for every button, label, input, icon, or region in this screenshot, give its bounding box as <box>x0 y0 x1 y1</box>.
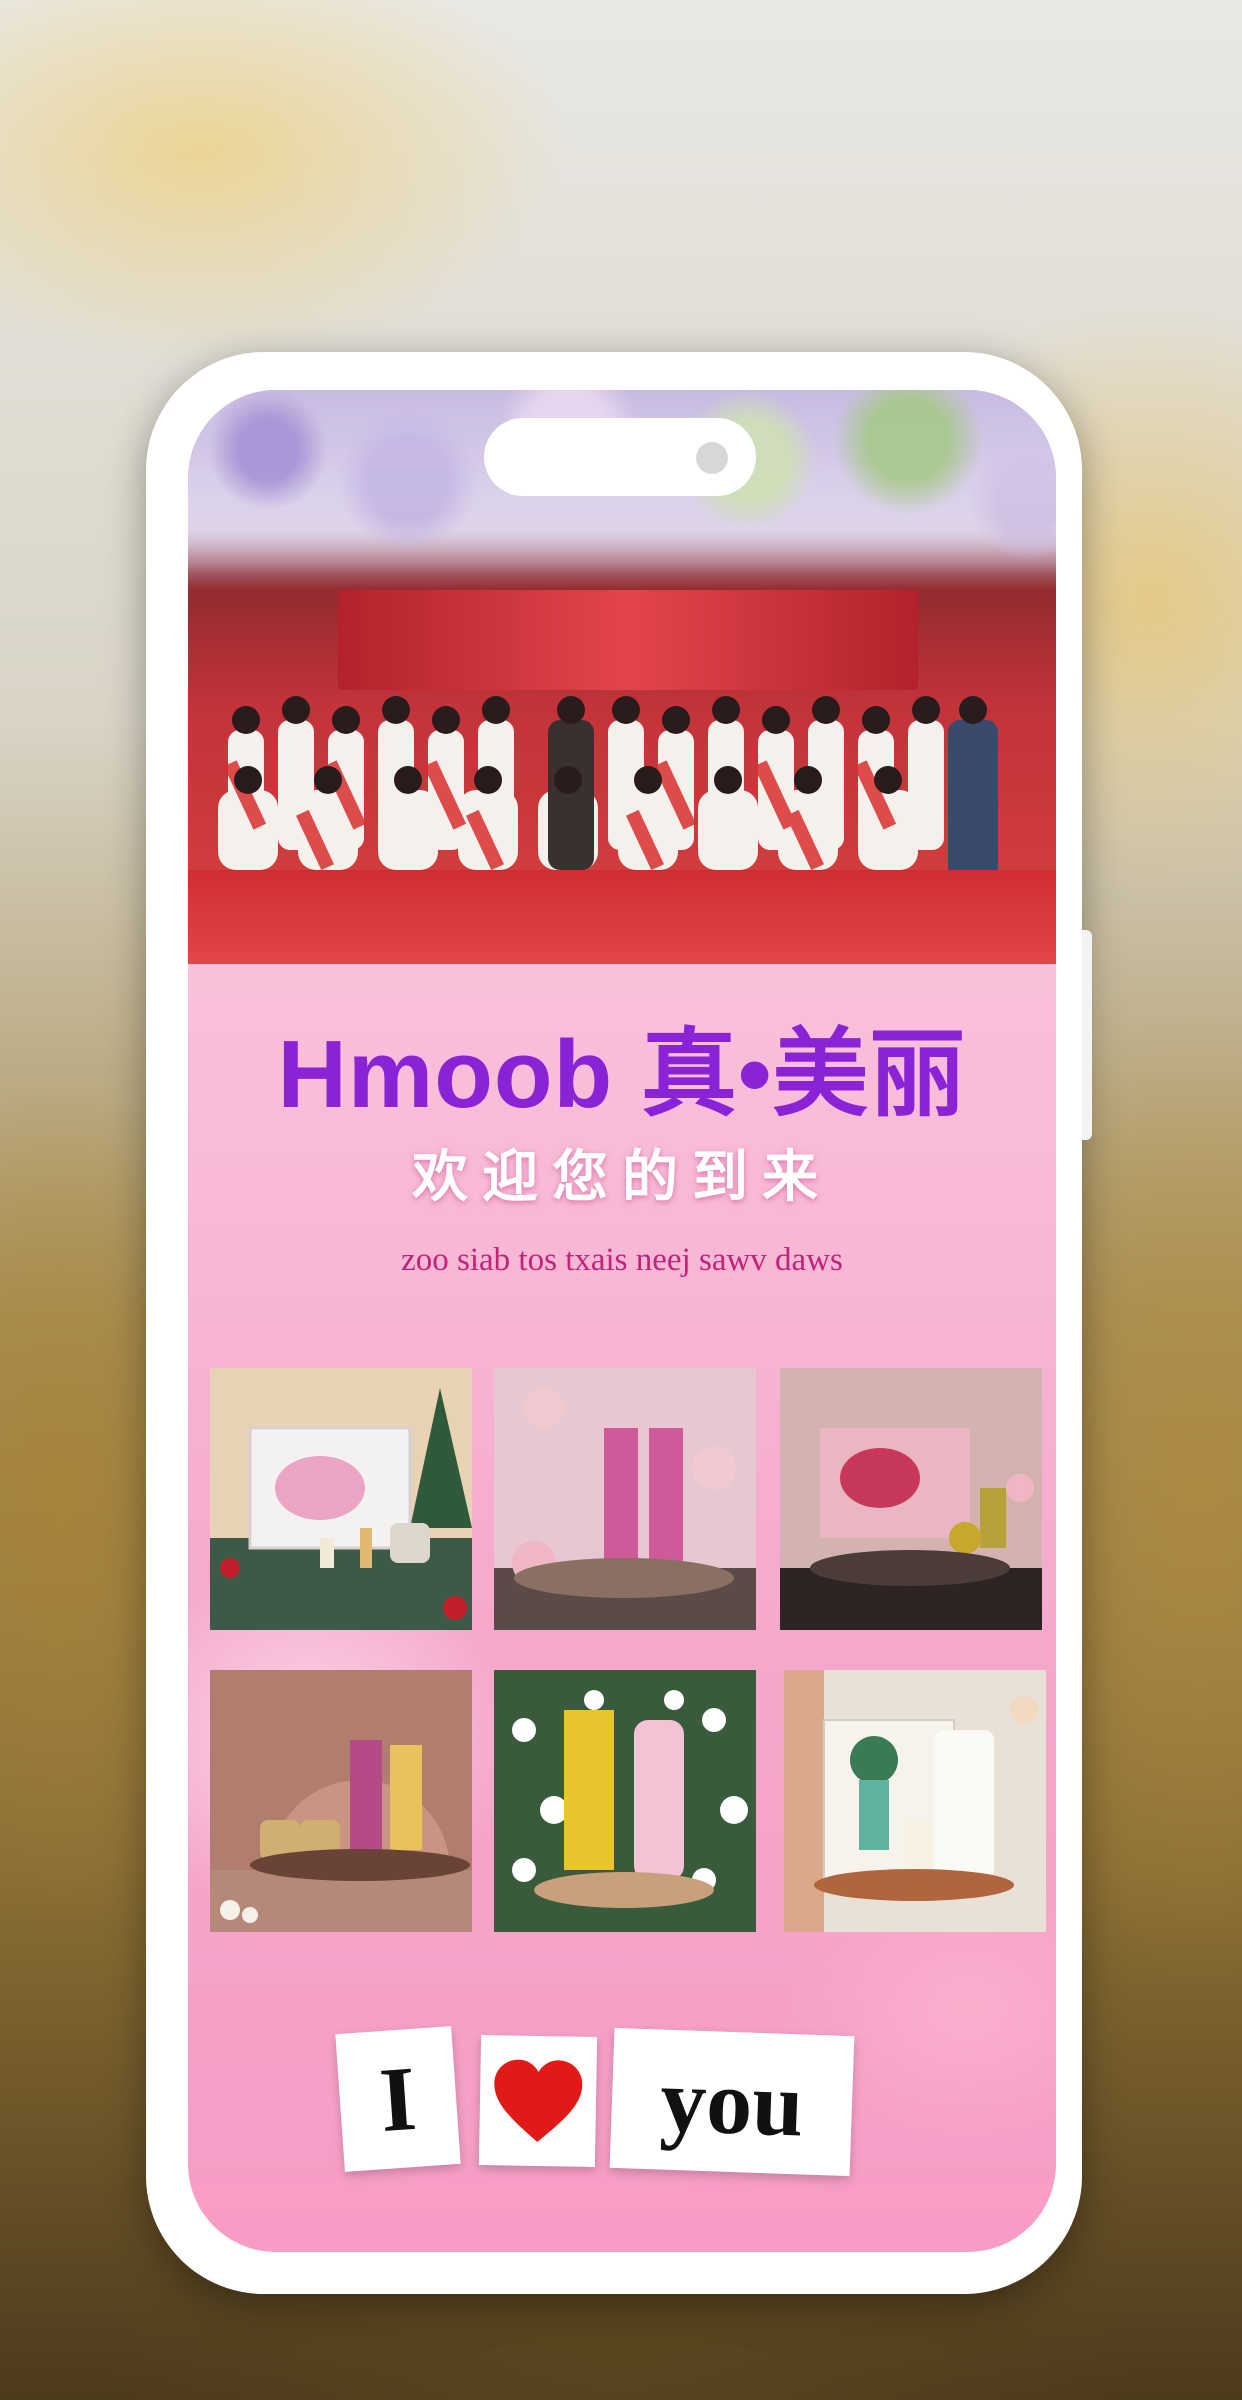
welcome-text: 欢迎您的到来 <box>412 1145 832 1210</box>
phone-side-button <box>1082 930 1092 1140</box>
product-grid <box>210 1368 1046 1938</box>
red-carpet <box>188 870 1056 964</box>
product-photo-5[interactable] <box>494 1670 756 1932</box>
heart-icon <box>494 2059 583 2142</box>
card-i: I <box>335 2026 461 2172</box>
i-love-you-cards: I you <box>188 2022 1056 2182</box>
card-heart <box>478 2034 598 2168</box>
product-photo-1[interactable] <box>210 1368 472 1630</box>
product-photo-2[interactable] <box>494 1368 756 1630</box>
headline: Hmoob 真•美丽 <box>277 1021 967 1128</box>
product-photo-3[interactable] <box>780 1368 1042 1630</box>
product-photo-6[interactable] <box>784 1670 1046 1932</box>
product-photo-4[interactable] <box>210 1670 472 1932</box>
dynamic-island <box>484 418 756 496</box>
card-you: you <box>609 2027 855 2177</box>
tagline: zoo siab tos txais neej sawv daws <box>401 1242 843 1278</box>
camera-icon <box>696 442 728 474</box>
phone-screen: Hmoob 真•美丽 欢迎您的到来 zoo siab tos txais nee… <box>188 390 1056 2252</box>
crowd-figures <box>218 696 998 880</box>
